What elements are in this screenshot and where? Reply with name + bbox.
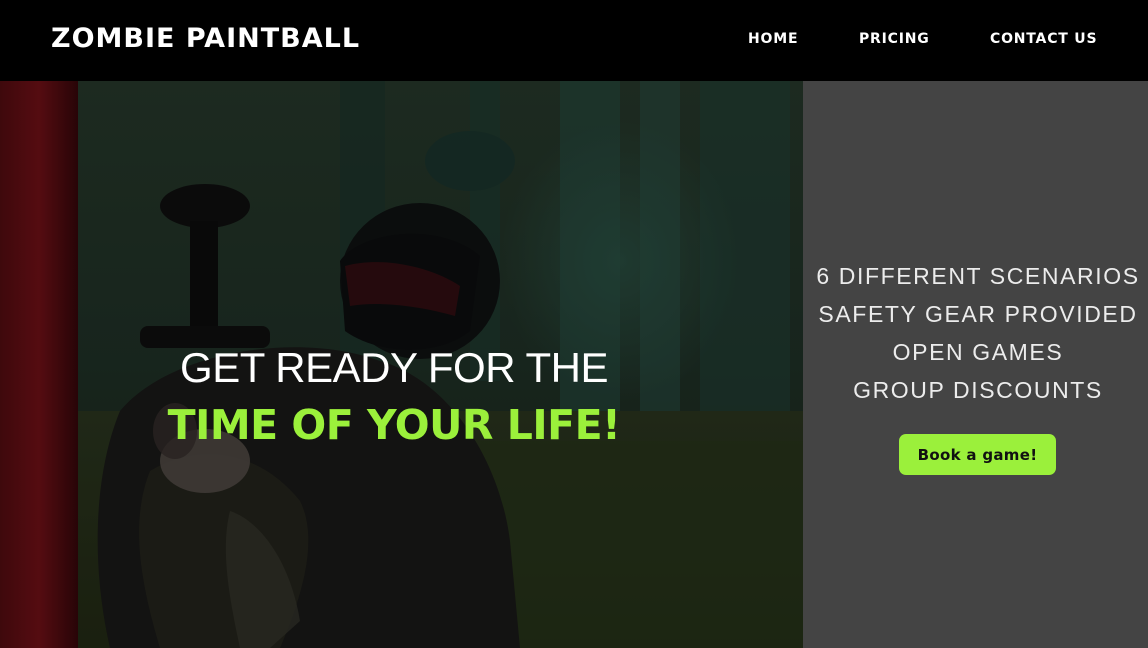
features-list: 6 DIFFERENT SCENARIOS SAFETY GEAR PROVID… bbox=[803, 257, 1148, 409]
nav-pricing-link[interactable]: PRICING bbox=[859, 30, 930, 48]
nav-home-link[interactable]: HOME bbox=[748, 30, 798, 48]
brand-logo[interactable]: ZOMBIE PAINTBALL bbox=[51, 22, 360, 56]
navbar: ZOMBIE PAINTBALL HOME PRICING CONTACT US bbox=[0, 0, 1148, 81]
feature-item-scenarios: 6 DIFFERENT SCENARIOS bbox=[816, 263, 1140, 289]
book-game-button[interactable]: Book a game! bbox=[899, 434, 1056, 475]
feature-item-safety-gear: SAFETY GEAR PROVIDED bbox=[818, 301, 1138, 327]
feature-item-open-games: OPEN GAMES bbox=[892, 339, 1064, 365]
hero-section: GET READY FOR THE TIME OF YOUR LIFE! bbox=[0, 81, 803, 648]
hero-heading-line1: GET READY FOR THE bbox=[180, 344, 608, 391]
nav-contact-link[interactable]: CONTACT US bbox=[990, 30, 1097, 48]
feature-item-group-discounts: GROUP DISCOUNTS bbox=[853, 377, 1103, 403]
features-panel: 6 DIFFERENT SCENARIOS SAFETY GEAR PROVID… bbox=[803, 81, 1148, 648]
hero-heading-line2: TIME OF YOUR LIFE! bbox=[167, 401, 621, 449]
